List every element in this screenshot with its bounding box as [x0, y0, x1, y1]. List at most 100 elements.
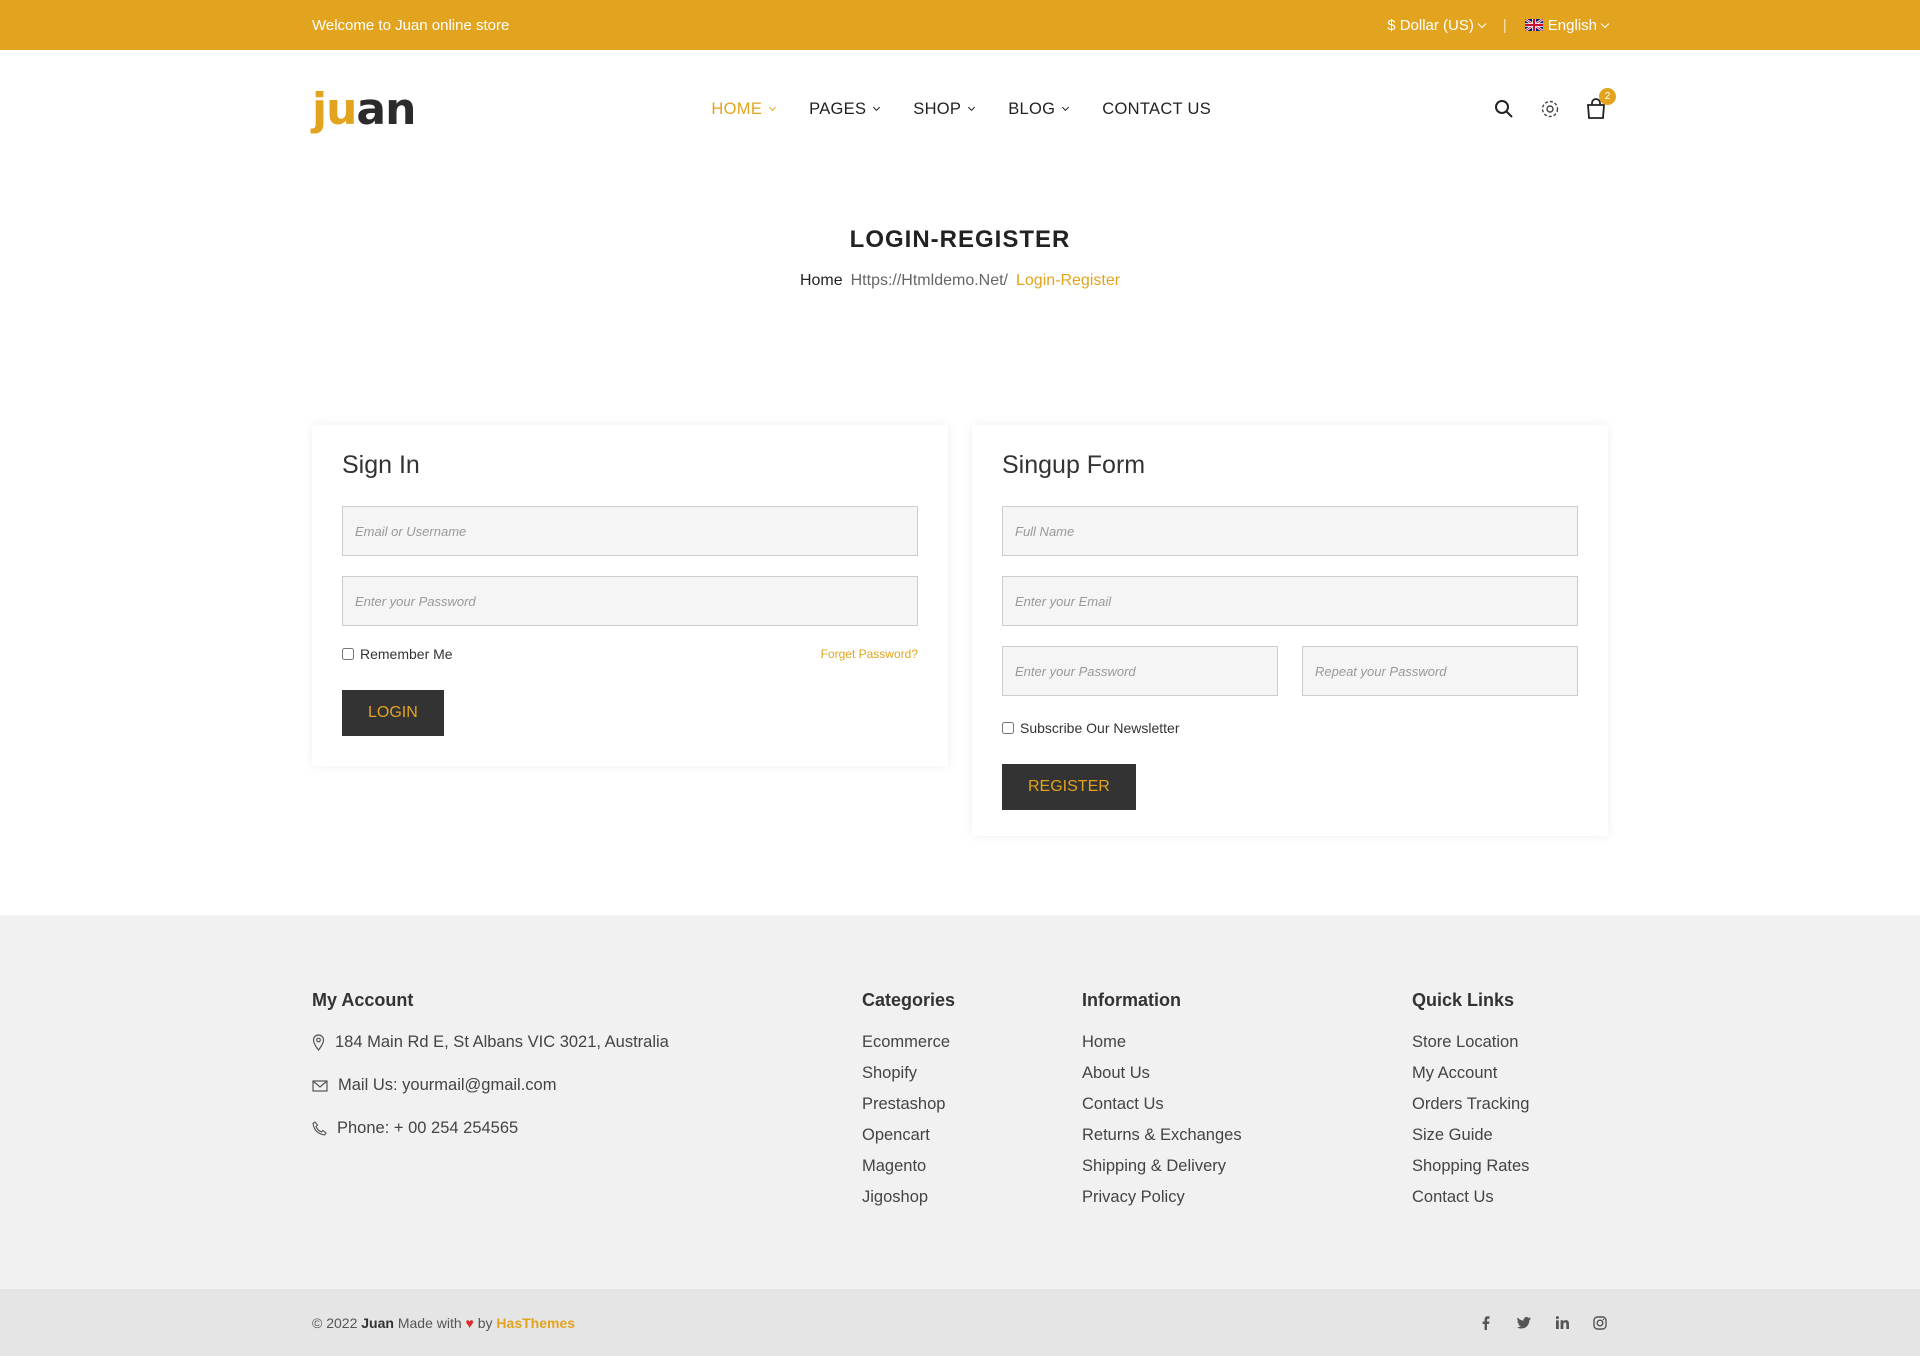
footer-link[interactable]: Returns & Exchanges — [1082, 1125, 1242, 1146]
breadcrumb-home[interactable]: Home — [800, 272, 843, 290]
nav-item-blog[interactable]: BLOG — [1008, 99, 1070, 119]
footer-link[interactable]: Contact Us — [1082, 1094, 1242, 1115]
logo-text: an — [356, 83, 416, 135]
nav-label: BLOG — [1008, 99, 1056, 118]
chevron-down-icon — [1600, 19, 1610, 28]
forget-password-link[interactable]: Forget Password? — [821, 647, 918, 661]
footer-link[interactable]: Shopify — [862, 1063, 955, 1084]
language-dropdown[interactable]: English — [1524, 16, 1610, 34]
map-pin-icon — [312, 1033, 325, 1051]
signup-password-input[interactable] — [1002, 646, 1278, 696]
footer-heading: My Account — [312, 990, 414, 1010]
email-field[interactable] — [1002, 576, 1578, 626]
nav-label: CONTACT US — [1102, 99, 1212, 118]
mail-text: Mail Us: yourmail@gmail.com — [338, 1076, 557, 1094]
footer-link[interactable]: Shipping & Delivery — [1082, 1156, 1242, 1177]
sign-in-title: Sign In — [342, 451, 420, 479]
uk-flag-icon — [1524, 19, 1543, 31]
copyright-brand: Juan — [361, 1314, 394, 1331]
mail-item: Mail Us: yourmail@gmail.com — [312, 1075, 669, 1096]
author-link[interactable]: HasThemes — [496, 1315, 575, 1331]
cart-icon[interactable]: 2 — [1584, 88, 1616, 121]
remember-me-label: Remember Me — [360, 646, 453, 662]
login-button[interactable]: LOGIN — [342, 690, 444, 736]
copyright-bar: © 2022 Juan Made with ♥ by HasThemes — [0, 1289, 1920, 1356]
breadcrumb-current: Login-Register — [1016, 272, 1121, 289]
footer-categories: Categories Ecommerce Shopify Prestashop … — [862, 990, 955, 1218]
footer-heading: Categories — [862, 990, 956, 1010]
newsletter-label: Subscribe Our Newsletter — [1020, 720, 1180, 736]
phone-item: Phone: + 00 254 254565 — [312, 1118, 669, 1139]
footer-link[interactable]: About Us — [1082, 1063, 1242, 1084]
nav-item-pages[interactable]: PAGES — [809, 99, 881, 119]
register-button[interactable]: REGISTER — [1002, 764, 1136, 810]
footer-link[interactable]: Prestashop — [862, 1094, 955, 1115]
instagram-icon[interactable] — [1592, 1315, 1608, 1331]
top-bar: Welcome to Juan online store $ Dollar (U… — [0, 0, 1920, 50]
nav-item-home[interactable]: HOME — [711, 99, 777, 119]
footer: My Account 184 Main Rd E, St Albans VIC … — [0, 915, 1920, 1289]
footer-link[interactable]: Opencart — [862, 1125, 955, 1146]
email-username-input[interactable] — [342, 506, 918, 556]
footer-quick-links: Quick Links Store Location My Account Or… — [1412, 990, 1529, 1218]
social-links — [1478, 1315, 1608, 1331]
currency-dropdown[interactable]: $ Dollar (US) — [1387, 16, 1487, 34]
footer-heading: Quick Links — [1412, 990, 1515, 1010]
nav-label: HOME — [711, 99, 763, 118]
logo-accent-text: ju — [312, 83, 357, 135]
copyright-text: © 2022 Juan Made with ♥ by HasThemes — [312, 1315, 575, 1331]
chevron-down-icon — [1062, 103, 1070, 112]
main-header: juan HOME PAGES SHOP BLOG CONTACT US 2 — [0, 50, 1920, 168]
breadcrumb-link[interactable]: Https://Htmldemo.Net/ — [851, 272, 1008, 290]
address-item: 184 Main Rd E, St Albans VIC 3021, Austr… — [312, 1032, 669, 1053]
footer-link[interactable]: Magento — [862, 1156, 955, 1177]
search-icon[interactable] — [1492, 97, 1516, 121]
sign-in-card: Sign In Remember Me Forget Password? LOG… — [312, 425, 948, 766]
newsletter-input[interactable] — [1002, 722, 1014, 734]
remember-me-input[interactable] — [342, 648, 354, 660]
footer-link[interactable]: My Account — [1412, 1063, 1529, 1084]
chevron-down-icon — [873, 103, 881, 112]
gear-icon[interactable] — [1538, 97, 1562, 121]
copyright-by: by — [477, 1314, 493, 1331]
nav-item-shop[interactable]: SHOP — [913, 100, 976, 119]
full-name-input[interactable] — [1002, 506, 1578, 556]
password-input[interactable] — [342, 576, 918, 626]
footer-link[interactable]: Size Guide — [1412, 1125, 1529, 1146]
facebook-icon[interactable] — [1478, 1315, 1494, 1331]
signup-title: Singup Form — [1002, 451, 1146, 479]
footer-link[interactable]: Store Location — [1412, 1032, 1529, 1053]
footer-link[interactable]: Shopping Rates — [1412, 1156, 1529, 1177]
logo[interactable]: juan — [312, 83, 416, 135]
repeat-password-input[interactable] — [1302, 646, 1578, 696]
breadcrumb: Home Https://Htmldemo.Net/ Login-Registe… — [0, 272, 1920, 290]
footer-link[interactable]: Ecommerce — [862, 1032, 955, 1053]
topbar-separator: | — [1502, 16, 1507, 34]
language-label: English — [1547, 16, 1597, 34]
footer-link[interactable]: Orders Tracking — [1412, 1094, 1529, 1115]
footer-link[interactable]: Home — [1082, 1032, 1242, 1053]
heart-icon: ♥ — [465, 1314, 474, 1331]
twitter-icon[interactable] — [1516, 1315, 1532, 1331]
chevron-down-icon — [769, 103, 777, 112]
page-title-section: LOGIN-REGISTER Home Https://Htmldemo.Net… — [0, 168, 1920, 468]
footer-link[interactable]: Jigoshop — [862, 1187, 955, 1208]
envelope-icon — [312, 1079, 328, 1092]
copyright-made-with: Made with — [397, 1314, 462, 1331]
remember-me-checkbox[interactable]: Remember Me — [342, 646, 453, 662]
nav-label: PAGES — [809, 99, 867, 118]
currency-label: $ Dollar (US) — [1387, 16, 1474, 34]
linkedin-icon[interactable] — [1554, 1315, 1570, 1331]
address-text: 184 Main Rd E, St Albans VIC 3021, Austr… — [335, 1033, 669, 1051]
header-icons: 2 — [1492, 88, 1616, 121]
phone-text: Phone: + 00 254 254565 — [337, 1119, 519, 1137]
footer-link[interactable]: Contact Us — [1412, 1187, 1529, 1208]
footer-heading: Information — [1082, 990, 1181, 1010]
newsletter-checkbox[interactable]: Subscribe Our Newsletter — [1002, 720, 1180, 736]
footer-my-account: My Account 184 Main Rd E, St Albans VIC … — [312, 990, 669, 1161]
chevron-down-icon — [968, 103, 976, 112]
footer-information: Information Home About Us Contact Us Ret… — [1082, 990, 1242, 1218]
footer-link[interactable]: Privacy Policy — [1082, 1187, 1242, 1208]
nav-item-contact-us[interactable]: CONTACT US — [1102, 100, 1211, 119]
page-title: LOGIN-REGISTER — [849, 226, 1071, 253]
